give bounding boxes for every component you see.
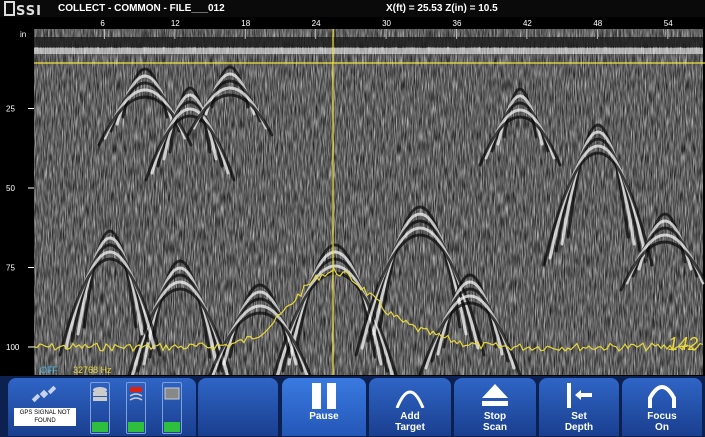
tablet-battery-icon xyxy=(162,382,182,434)
depth-tick-label: 100 xyxy=(6,343,20,352)
depth-tick-label: 25 xyxy=(6,105,15,114)
title-bar: SSI COLLECT - COMMON - FILE___012 X(ft) … xyxy=(0,0,705,19)
set-depth-button[interactable]: Set Depth xyxy=(539,378,619,436)
bottom-toolbar: GPS SIGNAL NOT FOUND Pause Add Target St… xyxy=(0,376,705,437)
radargram-canvas[interactable]: 25 50 75 100 6 12 18 24 30 36 42 48 54 in OFF 32768 … xyxy=(0,17,705,375)
distance-tick-label: 24 xyxy=(312,19,321,28)
cursor-readout: X(ft) = 25.53 Z(in) = 10.5 xyxy=(386,3,498,14)
depth-axis-strip xyxy=(0,17,34,375)
distance-axis-strip xyxy=(34,17,705,29)
set-depth-icon xyxy=(567,383,592,408)
gain-value: 142 xyxy=(668,334,698,354)
distance-tick-label: 18 xyxy=(241,19,250,28)
gps-status: GPS SIGNAL NOT FOUND xyxy=(14,408,76,426)
distance-tick-label: 48 xyxy=(593,19,602,28)
pause-button[interactable]: Pause xyxy=(282,378,366,436)
frequency-readout: 32768 Hz xyxy=(73,365,112,375)
eject-icon xyxy=(482,384,508,406)
antenna-battery-icon xyxy=(126,382,146,434)
depth-tick-label: 75 xyxy=(6,264,15,273)
distance-tick-label: 6 xyxy=(100,19,105,28)
surface-band xyxy=(34,37,703,47)
stop-scan-button[interactable]: Stop Scan xyxy=(454,378,536,436)
depth-tick-label: 50 xyxy=(6,184,15,193)
distance-tick-label: 30 xyxy=(382,19,391,28)
focus-button[interactable]: Focus On xyxy=(622,378,702,436)
distance-tick-label: 54 xyxy=(664,19,673,28)
radargram-view[interactable]: 25 50 75 100 6 12 18 24 30 36 42 48 54 in OFF 32768 … xyxy=(0,17,705,375)
hyperbola-icon xyxy=(395,390,425,408)
surface-band-light xyxy=(34,48,703,54)
pause-icon xyxy=(312,383,336,409)
distance-tick-label: 42 xyxy=(523,19,532,28)
focus-arch-icon xyxy=(648,385,676,408)
window-title: COLLECT - COMMON - FILE___012 xyxy=(58,3,225,14)
distance-tick-label: 12 xyxy=(171,19,180,28)
filter-state[interactable]: OFF xyxy=(40,365,58,375)
gps-satellite-icon xyxy=(31,385,57,403)
storage-icon xyxy=(90,382,110,434)
add-target-button[interactable]: Add Target xyxy=(369,378,451,436)
distance-tick-label: 36 xyxy=(453,19,462,28)
empty-button-slot xyxy=(198,378,278,436)
depth-unit-label: in xyxy=(20,30,26,39)
status-panel: GPS SIGNAL NOT FOUND xyxy=(8,378,196,436)
